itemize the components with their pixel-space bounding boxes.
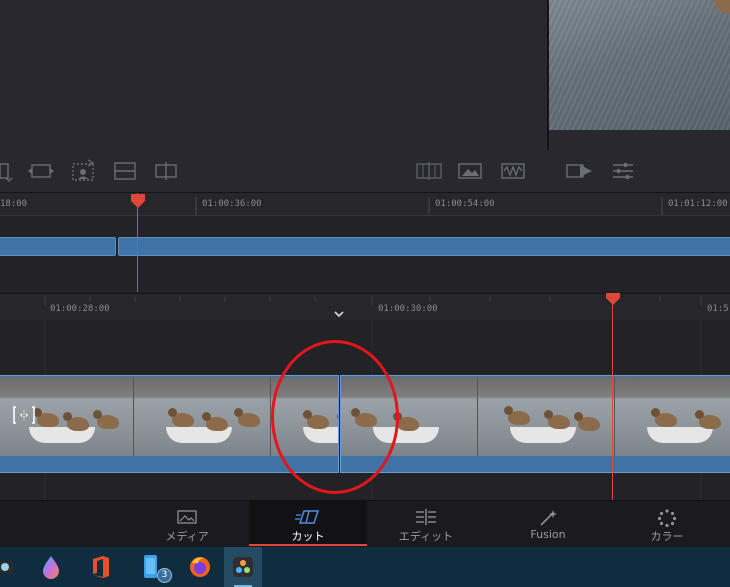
upper-tick-label: 18:00 xyxy=(0,199,28,209)
taskbar-office[interactable] xyxy=(81,547,119,587)
media-icon xyxy=(177,510,197,524)
audio-waveform-icon[interactable] xyxy=(500,162,526,184)
davinci-resolve-icon xyxy=(233,557,253,577)
taskbar-firefox[interactable] xyxy=(181,547,219,587)
lower-tick-label: 01:00:30:00 xyxy=(378,304,438,314)
upper-timeline-clip[interactable] xyxy=(0,237,116,256)
upper-playhead-marker[interactable] xyxy=(130,193,146,209)
lower-tick-label: 01:5 xyxy=(707,304,729,314)
clip-thumbnail xyxy=(615,377,730,457)
upper-tick-label: 01:01:12:00 xyxy=(668,199,728,209)
annotation-circle xyxy=(271,340,399,494)
transition-icon[interactable] xyxy=(457,162,483,184)
taskbar-camera-app[interactable] xyxy=(0,547,24,587)
append-icon[interactable] xyxy=(26,161,56,183)
taskbar-drop-app[interactable] xyxy=(32,547,70,587)
taskbar-davinci-resolve[interactable] xyxy=(224,547,262,587)
page-tab-fusion[interactable]: Fusion xyxy=(489,501,607,546)
page-tab-label: カラー xyxy=(650,530,684,543)
page-tab-label: エディット xyxy=(398,530,454,543)
color-icon xyxy=(657,509,677,527)
page-tab-color[interactable]: カラー xyxy=(608,501,726,546)
upper-tick-label: 01:00:54:00 xyxy=(435,199,495,209)
settings-sliders-icon[interactable] xyxy=(612,162,634,184)
lower-playhead[interactable] xyxy=(612,293,613,500)
source-viewer xyxy=(0,0,548,150)
upper-tick-label: 01:00:36:00 xyxy=(202,199,262,209)
play-clip-icon[interactable] xyxy=(566,162,594,184)
upper-timeline-ruler[interactable] xyxy=(0,193,730,216)
clip-thumbnail xyxy=(134,377,271,457)
office-icon xyxy=(93,556,109,578)
drop-app-icon xyxy=(43,556,59,579)
lower-playhead-marker[interactable] xyxy=(605,292,621,306)
viewer-panel xyxy=(549,130,730,150)
audio-sync-icon[interactable] xyxy=(12,404,36,426)
camera-app-icon xyxy=(0,561,13,573)
ripple-overwrite-icon[interactable] xyxy=(70,158,98,181)
page-tab-label: Fusion xyxy=(530,528,566,541)
smart-insert-icon[interactable] xyxy=(0,162,14,184)
place-on-top-icon[interactable] xyxy=(154,161,180,183)
page-tab-media[interactable]: メディア xyxy=(128,501,246,546)
upper-timeline-clip[interactable] xyxy=(118,237,730,256)
lower-tick-label: 01:00:28:00 xyxy=(50,304,110,314)
edit-icon xyxy=(416,509,436,525)
trim-icon[interactable] xyxy=(415,162,443,184)
close-up-icon[interactable] xyxy=(113,161,137,183)
cut-icon xyxy=(295,510,320,524)
program-viewer xyxy=(549,0,730,130)
firefox-icon xyxy=(190,557,210,577)
page-tab-label: カット xyxy=(291,530,325,543)
page-tab-edit[interactable]: エディット xyxy=(367,501,485,546)
page-tab-label: メディア xyxy=(165,530,209,543)
clip-thumbnail xyxy=(478,377,615,457)
chevron-down-icon[interactable] xyxy=(333,310,345,320)
page-tab-cut[interactable]: カット xyxy=(249,501,367,546)
notification-badge: 3 xyxy=(157,568,172,583)
active-tab-indicator xyxy=(249,544,367,546)
fusion-icon xyxy=(540,510,557,526)
